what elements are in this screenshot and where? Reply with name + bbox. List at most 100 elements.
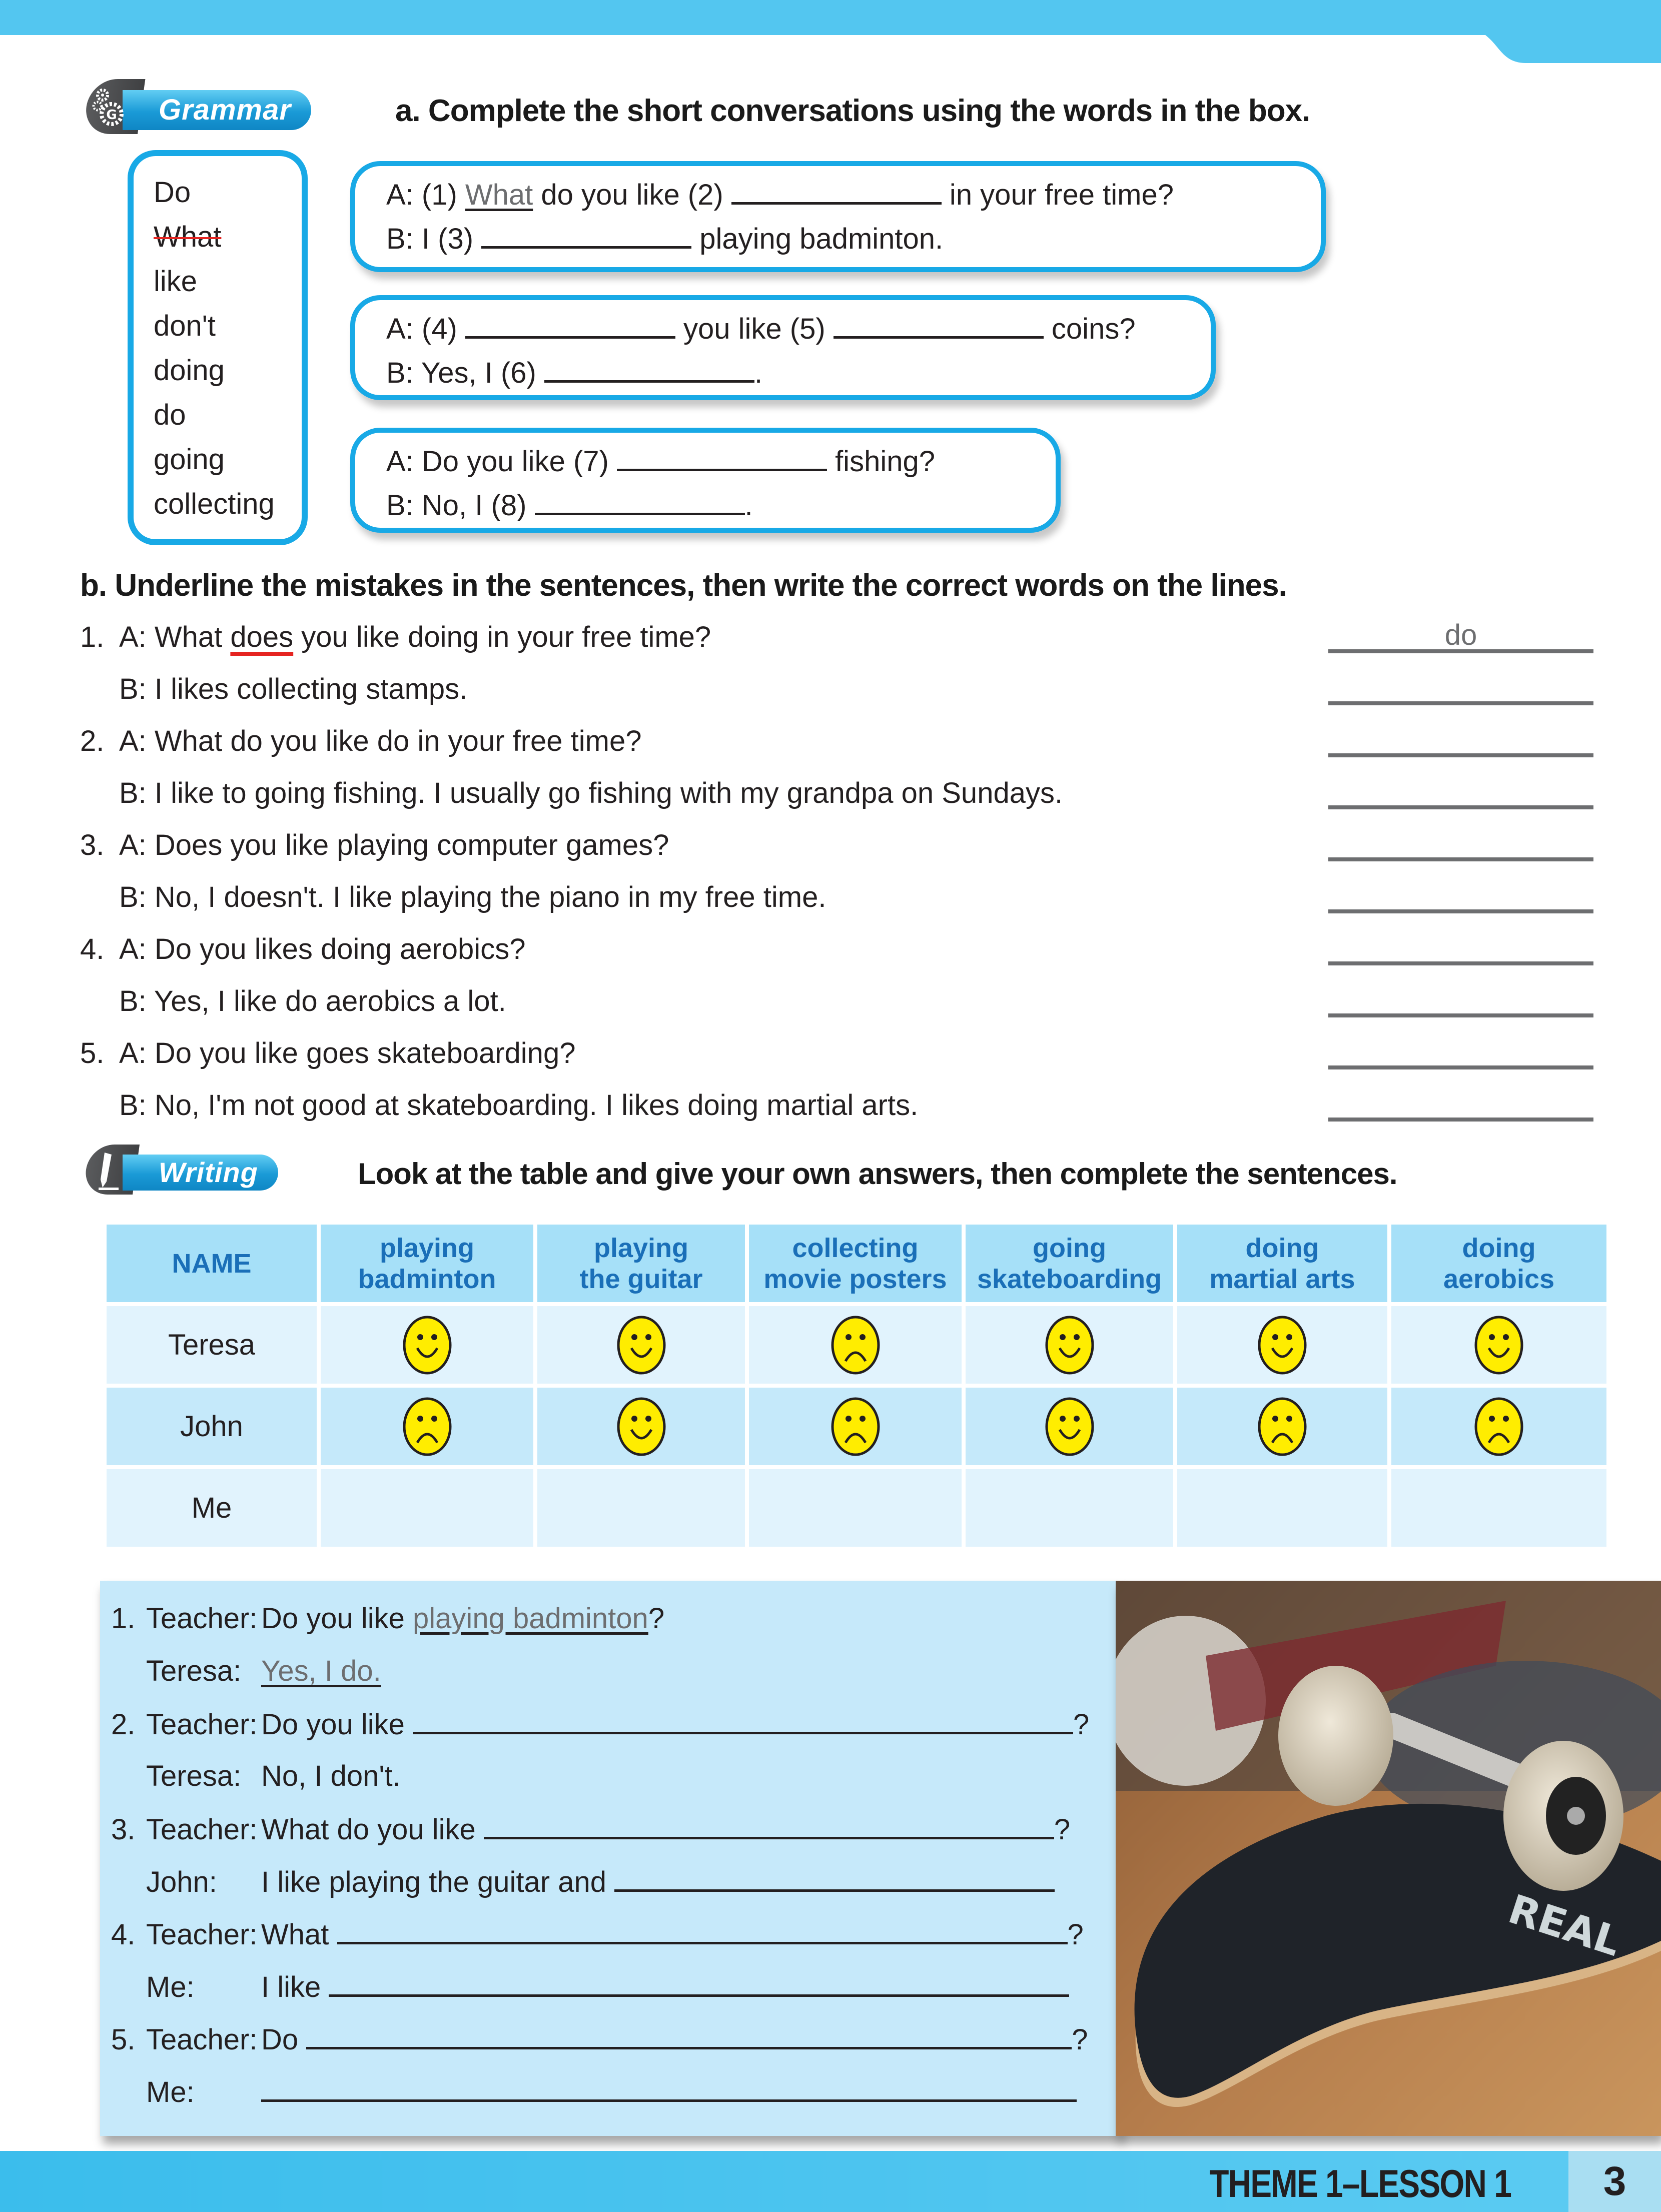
- table-header-activity: doing martial arts: [1177, 1225, 1387, 1302]
- table-row: Me: [107, 1469, 1606, 1547]
- dialogue-line: 5. Teacher: Do ?: [111, 2022, 1088, 2056]
- blank-8[interactable]: [534, 487, 745, 515]
- happy-face-icon: [966, 1388, 1173, 1465]
- answer-line[interactable]: [1328, 1118, 1593, 1122]
- word-box-item: doing: [154, 354, 225, 387]
- dialogue-line: 1. Teacher: Do you like playing badminton?: [111, 1602, 665, 1635]
- likes-table: NAME playing badminton playing the guitar col…: [103, 1221, 1610, 1551]
- item-number: 5.: [80, 1037, 105, 1069]
- sad-face-icon: [321, 1388, 533, 1465]
- answer-word: do: [1444, 619, 1477, 651]
- grammar-badge-label: Grammar: [123, 90, 311, 130]
- conversation-3-a: A: Do you like (7) fishing?: [386, 440, 1056, 484]
- page-number-box: 3: [1568, 2151, 1661, 2212]
- answer-line[interactable]: [1328, 857, 1593, 861]
- empty-cell[interactable]: [1177, 1469, 1387, 1547]
- svg-text:G: G: [106, 108, 117, 123]
- writing-instruction: Look at the table and give your own answ…: [358, 1157, 1398, 1191]
- happy-face-icon: [966, 1306, 1173, 1384]
- mistake-sentence-a: 2. A: What do you like do in your free ti…: [80, 725, 642, 757]
- underlined-mistake: does: [230, 621, 294, 653]
- answer-line[interactable]: [1328, 909, 1593, 913]
- lesson-label: THEME 1–LESSON 1: [1209, 2161, 1512, 2205]
- blank-3[interactable]: [481, 220, 692, 249]
- dialogue-line: Teresa: No, I don't.: [146, 1760, 401, 1792]
- mistake-sentence-b: B: No, I doesn't. I like playing the pia…: [119, 881, 826, 913]
- blank-2[interactable]: [731, 176, 942, 205]
- empty-cell[interactable]: [749, 1469, 962, 1547]
- item-number: 3.: [111, 1813, 136, 1846]
- answer-line[interactable]: [1328, 701, 1593, 705]
- word-box-item: don't: [154, 310, 216, 342]
- dialogue-line: John: I like playing the guitar and: [146, 1864, 1055, 1899]
- happy-face-icon: [1177, 1306, 1387, 1384]
- empty-cell[interactable]: [321, 1469, 533, 1547]
- dialogue-line: Me:: [146, 2074, 1077, 2109]
- conversation-1-b: B: I (3) playing badminton.: [386, 217, 1321, 261]
- conversation-3: A: Do you like (7) fishing? B: No, I (8)…: [350, 428, 1061, 533]
- write-line[interactable]: [483, 1812, 1054, 1839]
- sad-face-icon: [1391, 1388, 1606, 1465]
- grammar-instruction-b: b. Underline the mistakes in the sentenc…: [80, 568, 1287, 603]
- dialogue-line: Me: I like: [146, 1969, 1070, 2004]
- skateboard-photo: REAL: [1116, 1581, 1661, 2136]
- conversation-2-a: A: (4) you like (5) coins?: [386, 307, 1211, 351]
- conversation-1: A: (1) What do you like (2) in your free…: [350, 161, 1326, 272]
- pencil-icon: [99, 1153, 119, 1190]
- write-line[interactable]: [614, 1864, 1055, 1892]
- speaker-label: Teresa:: [146, 1760, 242, 1792]
- item-number: 4.: [111, 1918, 136, 1951]
- write-line[interactable]: [261, 2074, 1077, 2102]
- table-header-activity: playing the guitar: [537, 1225, 745, 1302]
- table-cell-name: John: [107, 1388, 317, 1465]
- item-number: 5.: [111, 2023, 136, 2056]
- happy-face-icon: [1391, 1306, 1606, 1384]
- blank-5[interactable]: [833, 310, 1044, 339]
- item-number: 2.: [111, 1708, 136, 1741]
- item-number: 3.: [80, 829, 105, 861]
- example-answer: Yes, I do.: [261, 1655, 381, 1687]
- write-line[interactable]: [337, 1917, 1068, 1944]
- write-line[interactable]: [413, 1707, 1074, 1734]
- blank-7[interactable]: [616, 443, 827, 471]
- mistake-sentence-a: 5. A: Do you like goes skateboarding?: [80, 1037, 576, 1069]
- blank-6[interactable]: [544, 354, 754, 383]
- mistake-sentence-a: 1. A: What does you like doing in your fr…: [80, 621, 711, 653]
- table-cell-name: Teresa: [107, 1306, 317, 1384]
- answer-line[interactable]: [1328, 1013, 1593, 1017]
- speaker-label: Teacher:: [146, 1602, 258, 1635]
- footer-bar: THEME 1–LESSON 1 3: [0, 2151, 1661, 2212]
- gears-icon: G: [92, 89, 124, 126]
- mistake-sentence-b: B: I like to going fishing. I usually go…: [119, 777, 1063, 809]
- answer-line[interactable]: [1328, 753, 1593, 757]
- table-row: John: [107, 1388, 1606, 1465]
- mistake-sentence-b: B: No, I'm not good at skateboarding. I …: [119, 1089, 919, 1122]
- blank-4[interactable]: [465, 310, 675, 339]
- dialogue-line: 2. Teacher: Do you like ?: [111, 1707, 1089, 1741]
- example-answer: What: [465, 179, 533, 211]
- write-line[interactable]: [306, 2022, 1072, 2049]
- mistake-sentence-b: B: I likes collecting stamps.: [119, 673, 468, 705]
- conversation-2-b: B: Yes, I (6) .: [386, 351, 1211, 395]
- mistake-sentence-a: 3. A: Does you like playing computer game…: [80, 829, 669, 861]
- empty-cell[interactable]: [966, 1469, 1173, 1547]
- word-box-item: going: [154, 443, 225, 476]
- sad-face-icon: [749, 1306, 962, 1384]
- example-answer: playing badminton: [413, 1602, 648, 1635]
- answer-line[interactable]: [1328, 805, 1593, 809]
- table-cell-name: Me: [107, 1469, 317, 1547]
- table-header-activity: playing badminton: [321, 1225, 533, 1302]
- speaker-label: Me:: [146, 1971, 195, 2003]
- empty-cell[interactable]: [1391, 1469, 1606, 1547]
- write-line[interactable]: [329, 1969, 1070, 1997]
- empty-cell[interactable]: [537, 1469, 745, 1547]
- conversation-1-a: A: (1) What do you like (2) in your free…: [386, 173, 1321, 217]
- sad-face-icon: [1177, 1388, 1387, 1465]
- answer-line[interactable]: [1328, 1065, 1593, 1069]
- speaker-label: Me:: [146, 2076, 195, 2108]
- table-header-activity: collecting movie posters: [749, 1225, 962, 1302]
- speaker-label: Teresa:: [146, 1655, 242, 1687]
- item-number: 1.: [80, 621, 105, 653]
- answer-line[interactable]: [1328, 961, 1593, 965]
- speaker-label: Teacher:: [146, 1813, 258, 1846]
